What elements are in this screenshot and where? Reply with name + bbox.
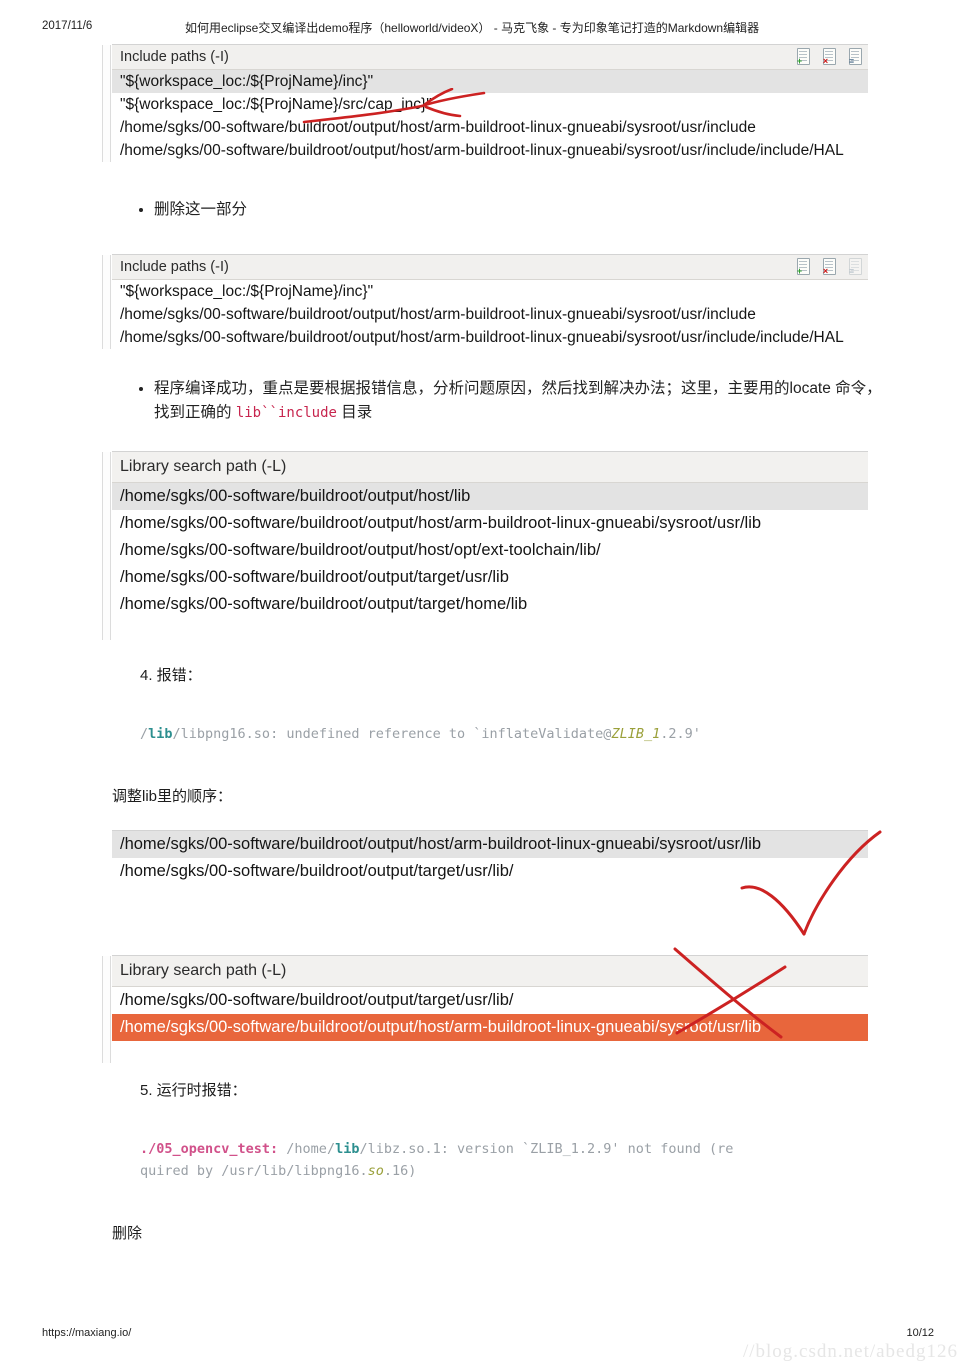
code-segment: /libpng16.so: undefined reference to `in… [172,726,612,742]
code-segment: quired by /usr/lib/libpng16. [140,1163,368,1179]
list-item[interactable]: /home/sgks/00-software/buildroot/output/… [112,537,868,564]
code-segment: ./05_opencv_test: [140,1141,279,1157]
edit-page-icon[interactable]: ≡ [847,257,864,276]
list-item[interactable]: /home/sgks/00-software/buildroot/output/… [112,564,868,591]
code-segment: lib [335,1141,360,1157]
list-item[interactable]: "${workspace_loc:/${ProjName}/inc}" [112,70,868,93]
bullet-item: 删除这一部分 [154,198,888,222]
step-4-label: 4. 报错： [140,667,202,684]
panel-library-search-path-full: Library search path (-L) /home/sgks/00-s… [102,451,868,640]
panel-footer-spacer [112,1041,868,1063]
code-block-link-error: /lib/libpng16.so: undefined reference to… [140,723,860,745]
print-header: 2017/11/6 如何用eclipse交叉编译出demo程序（hellowor… [0,18,976,40]
delete-page-icon[interactable]: × [821,257,838,276]
list-item[interactable]: /home/sgks/00-software/buildroot/output/… [112,303,868,326]
edit-page-icon[interactable]: ≡ [847,47,864,66]
delete-page-icon[interactable]: × [821,47,838,66]
panel-header-label: Include paths (-I) [120,49,229,65]
list-item[interactable]: /home/sgks/00-software/buildroot/output/… [112,591,868,618]
note-text-part2: 目录 [336,404,373,421]
bullet-item: 程序编译成功，重点是要根据报错信息，分析问题原因，然后找到解决办法；这里，主要用… [154,377,888,425]
panel-header-library-search-path: Library search path (-L) [112,452,868,483]
add-page-icon[interactable]: + [795,257,812,276]
panel-header-label: Library search path (-L) [120,458,287,475]
panel-header-label: Include paths (-I) [120,259,229,275]
note-compile-success: 程序编译成功，重点是要根据报错信息，分析问题原因，然后找到解决办法；这里，主要用… [128,377,888,425]
watermark: //blog.csdn.net/abedg126 [742,1341,958,1362]
list-item[interactable]: /home/sgks/00-software/buildroot/output/… [112,116,868,139]
code-segment: lib [148,726,173,742]
list-item[interactable]: /home/sgks/00-software/buildroot/output/… [112,831,868,858]
list-item[interactable]: /home/sgks/00-software/buildroot/output/… [112,987,868,1014]
list-item[interactable]: "${workspace_loc:/${ProjName}/src/cap_in… [112,93,868,116]
panel-toolbar: + × ≡ [795,47,864,66]
panel-footer-spacer [112,618,868,640]
code-segment: /libz.so.1: version `ZLIB_1.2.9' not fou… [359,1141,734,1157]
footer-url: https://maxiang.io/ [42,1327,132,1339]
page-title: 如何用eclipse交叉编译出demo程序（helloworld/videoX）… [185,21,760,35]
panel-include-paths-before: Include paths (-I) + × ≡ "${workspace_lo… [102,44,868,162]
panel-scroll-rail[interactable] [102,45,111,162]
document-content: Include paths (-I) + × ≡ "${workspace_lo… [0,44,976,1243]
code-block-runtime-error: ./05_opencv_test: /home/lib/libz.so.1: v… [140,1138,860,1182]
note-trailing-delete: 删除 [112,1225,143,1242]
code-segment: /home/ [278,1141,336,1157]
footer-page-number: 10/12 [906,1327,934,1339]
list-item[interactable]: /home/sgks/00-software/buildroot/output/… [112,510,868,537]
panel-library-search-path-bad: Library search path (-L) /home/sgks/00-s… [102,955,868,1063]
panel-scroll-rail[interactable] [102,452,111,640]
code-segment: .16) [383,1163,417,1179]
list-item[interactable]: /home/sgks/00-software/buildroot/output/… [112,1014,868,1041]
step-5-label: 5. 运行时报错： [140,1082,247,1099]
panel-toolbar: + × ≡ [795,257,864,276]
inline-code: lib``include [235,405,337,421]
panel-header-library-search-path-bad: Library search path (-L) [112,956,868,987]
panel-library-search-path-good: /home/sgks/00-software/buildroot/output/… [112,830,868,885]
list-item[interactable]: /home/sgks/00-software/buildroot/output/… [112,483,868,510]
list-item[interactable]: /home/sgks/00-software/buildroot/output/… [112,139,868,162]
panel-scroll-rail[interactable] [102,255,111,349]
note-adjust-order: 调整lib里的顺序： [112,788,233,805]
code-segment: / [140,726,149,742]
add-page-icon[interactable]: + [795,47,812,66]
code-segment: so [367,1163,384,1179]
list-item[interactable]: /home/sgks/00-software/buildroot/output/… [112,326,868,349]
panel-header-label: Library search path (-L) [120,962,287,979]
print-date: 2017/11/6 [42,20,93,32]
code-segment: ZLIB_1 [611,726,661,742]
list-item[interactable]: /home/sgks/00-software/buildroot/output/… [112,858,868,885]
panel-scroll-rail[interactable] [102,956,111,1063]
panel-include-paths-after: Include paths (-I) + × ≡ "${workspace_lo… [102,254,868,349]
panel-header-include-paths-after: Include paths (-I) + × ≡ [112,255,868,280]
list-item[interactable]: "${workspace_loc:/${ProjName}/inc}" [112,280,868,303]
code-segment: .2.9' [660,726,701,742]
panel-header-include-paths: Include paths (-I) + × ≡ [112,45,868,70]
note-delete-section: 删除这一部分 [128,198,888,222]
